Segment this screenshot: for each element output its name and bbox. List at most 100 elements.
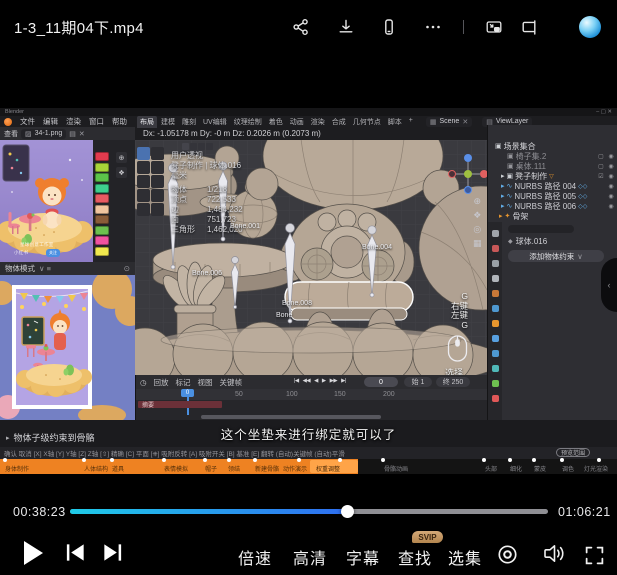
- chapter-marker-dot[interactable]: [162, 458, 166, 462]
- viewport-nav-icon[interactable]: ◎: [473, 224, 482, 235]
- frame-start-field[interactable]: 始 1: [404, 377, 432, 387]
- checkbox-icon[interactable]: ▢: [597, 153, 605, 160]
- chapter-marker-dot[interactable]: [338, 458, 342, 462]
- checkbox-icon[interactable]: ☑: [597, 173, 605, 180]
- viewport-3d[interactable]: 用户透视 凳子制作 | 球体.016 毫米 物体1/218 顶点722,533: [135, 140, 487, 375]
- checkbox-icon[interactable]: ▢: [597, 163, 605, 170]
- chapter-marker-dot[interactable]: [532, 458, 536, 462]
- tool-button[interactable]: [137, 175, 150, 188]
- outliner-row[interactable]: ▣ 椅子集.2 ▢ ◉: [488, 151, 617, 161]
- image-tool-button[interactable]: ❖: [116, 167, 127, 178]
- tool-button[interactable]: [151, 147, 164, 160]
- palette-swatch[interactable]: [95, 163, 109, 172]
- chapter-marker-dot[interactable]: [597, 458, 601, 462]
- palette-swatch[interactable]: [95, 173, 109, 182]
- menu-item[interactable]: 编辑: [39, 116, 62, 127]
- palette-swatch[interactable]: [95, 205, 109, 214]
- tool-button[interactable]: [151, 161, 164, 174]
- chapter-marker-dot[interactable]: [227, 458, 231, 462]
- chapter-marker-dot[interactable]: [3, 458, 7, 462]
- menu-item[interactable]: 文件: [16, 116, 39, 127]
- player-menu-button[interactable]: 字幕: [346, 545, 380, 569]
- play-button[interactable]: [22, 540, 44, 566]
- chapter-marker-dot[interactable]: [82, 458, 86, 462]
- visibility-eye-icon[interactable]: ◉: [607, 193, 615, 200]
- viewport-nav-icon[interactable]: ▦: [473, 238, 482, 249]
- image-name-field[interactable]: ▨ 34-1.png: [21, 129, 66, 139]
- axis-x-neg[interactable]: [448, 170, 456, 178]
- properties-tab-icon[interactable]: [492, 320, 499, 327]
- fullscreen-icon[interactable]: [584, 545, 605, 566]
- palette-swatch[interactable]: [95, 215, 109, 224]
- menu-item[interactable]: 渲染: [62, 116, 85, 127]
- palette-swatch[interactable]: [95, 247, 109, 256]
- unlink-icon[interactable]: ✕: [79, 130, 85, 138]
- transport-button[interactable]: ▶▶: [330, 378, 337, 384]
- tool-button[interactable]: [137, 161, 150, 174]
- outliner-row[interactable]: ▣ 桌体.111 ▢ ◉: [488, 161, 617, 171]
- summary-channel[interactable]: 摘要: [138, 401, 222, 408]
- next-episode-button[interactable]: [101, 541, 124, 564]
- tool-button[interactable]: [137, 189, 150, 202]
- properties-tab-icon[interactable]: [492, 395, 499, 402]
- workspace-tab[interactable]: 建模: [158, 116, 178, 128]
- workspace-tab[interactable]: UV编辑: [200, 116, 230, 128]
- viewport-nav-icon[interactable]: ❖: [473, 210, 482, 221]
- viewport-nav-icon[interactable]: ⊕: [473, 196, 482, 207]
- chapter-marker-dot[interactable]: [482, 458, 486, 462]
- palette-swatch[interactable]: [95, 184, 109, 193]
- palette-swatch[interactable]: [95, 236, 109, 245]
- timeline-menu[interactable]: 标记: [176, 377, 191, 388]
- image-editor-menu[interactable]: 查看: [4, 129, 18, 139]
- properties-tab-icon[interactable]: [492, 305, 499, 312]
- axis-x[interactable]: [480, 170, 487, 178]
- tool-button[interactable]: [151, 189, 164, 202]
- palette-swatch[interactable]: [95, 226, 109, 235]
- chapter-marker-dot[interactable]: [508, 458, 512, 462]
- properties-tab-icon[interactable]: [492, 230, 499, 237]
- chapter-bar[interactable]: 权重调整 身体制作人体结构道具表情模拟帽子领结新建骨骼动作演示 骨骼动画头部细化…: [0, 459, 617, 474]
- chapter-marker-dot[interactable]: [297, 458, 301, 462]
- properties-tab-icon[interactable]: [492, 290, 499, 297]
- visibility-eye-icon[interactable]: ◉: [607, 153, 615, 160]
- tool-button[interactable]: [137, 203, 150, 216]
- workspace-tab[interactable]: 动画: [287, 116, 307, 128]
- editor-type-icon[interactable]: ◷: [140, 378, 147, 387]
- chapter-marker-dot[interactable]: [381, 458, 385, 462]
- window-buttons[interactable]: ‒ ▢ ✕: [596, 109, 612, 115]
- mode-dropdown[interactable]: 物体模式: [5, 263, 35, 274]
- visibility-eye-icon[interactable]: ◉: [607, 183, 615, 190]
- workspace-tab[interactable]: 合成: [329, 116, 349, 128]
- properties-tab-icon[interactable]: [492, 275, 499, 282]
- axis-z-neg[interactable]: [464, 186, 472, 194]
- menu-item[interactable]: 窗口: [85, 116, 108, 127]
- previous-episode-button[interactable]: [64, 541, 87, 564]
- phone-icon[interactable]: [380, 18, 398, 36]
- workspace-tab[interactable]: 脚本: [385, 116, 405, 128]
- palette-swatch[interactable]: [95, 152, 109, 161]
- tool-button[interactable]: [137, 147, 150, 160]
- properties-tab-icon[interactable]: [492, 350, 499, 357]
- palette-swatch[interactable]: [95, 194, 109, 203]
- navigation-gizmo[interactable]: [448, 154, 487, 194]
- transport-button[interactable]: ▶: [322, 378, 326, 384]
- progress-knob[interactable]: [341, 505, 354, 518]
- properties-tab-icon[interactable]: [492, 335, 499, 342]
- properties-tab-icon[interactable]: [492, 365, 499, 372]
- more-icon[interactable]: [424, 18, 442, 36]
- overlay-toggle-icon[interactable]: [182, 143, 189, 150]
- workspace-tab[interactable]: 着色: [266, 116, 286, 128]
- volume-icon[interactable]: [542, 543, 566, 565]
- outliner-row[interactable]: ▸ ∿ NURBS 路径 005 ◇◇ ◉: [488, 191, 617, 201]
- tool-button[interactable]: [151, 203, 164, 216]
- properties-tab-icon[interactable]: [492, 260, 499, 267]
- transport-button[interactable]: ◀: [314, 378, 318, 384]
- player-menu-button[interactable]: 倍速: [238, 545, 272, 569]
- workspace-tab[interactable]: 雕刻: [179, 116, 199, 128]
- current-frame-field[interactable]: 0: [364, 377, 398, 387]
- workspace-tab[interactable]: 几何节点: [350, 116, 384, 128]
- snap-icon[interactable]: ⊙: [124, 264, 130, 273]
- chapter-marker-dot[interactable]: [203, 458, 207, 462]
- progress-bar[interactable]: [70, 509, 548, 514]
- image-tool-button[interactable]: ⊕: [116, 152, 127, 163]
